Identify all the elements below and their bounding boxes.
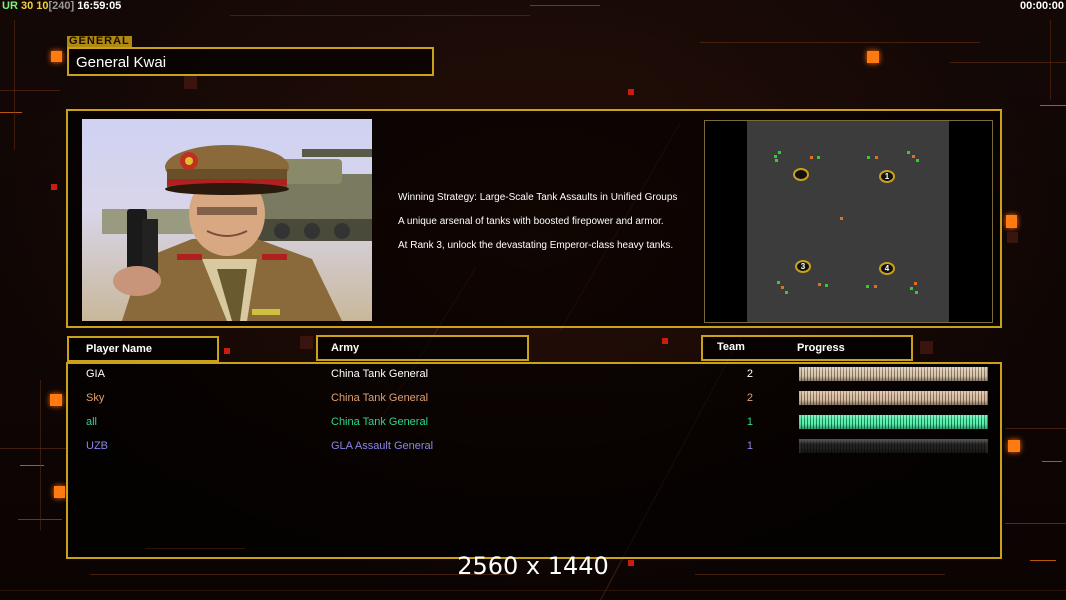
loading-progress-bar	[799, 391, 988, 405]
player-team: 2	[746, 368, 753, 380]
player-army: GLA Assault General	[331, 440, 434, 452]
loading-progress-bar	[799, 367, 988, 381]
minimap-field: 1 3 4	[747, 121, 949, 322]
player-name-header-label: Player Name	[86, 343, 153, 355]
minimap[interactable]: 1 3 4	[704, 120, 993, 323]
description-line: At Rank 3, unlock the devastating Empero…	[398, 240, 674, 251]
description-line: A unique arsenal of tanks with boosted f…	[398, 216, 664, 227]
player-team: 1	[746, 416, 753, 428]
loading-progress-bar	[799, 439, 988, 453]
progress-fill	[799, 415, 988, 429]
player-name: Sky	[86, 392, 105, 404]
player-name: all	[86, 416, 98, 428]
player-army: China Tank General	[331, 392, 429, 404]
player-name-header[interactable]: Player Name	[67, 336, 219, 362]
start-position-marker[interactable]: 3	[795, 260, 811, 273]
general-name-box: General Kwai	[67, 47, 434, 76]
progress-fill	[799, 439, 988, 453]
general-portrait	[82, 119, 372, 321]
start-position-marker[interactable]: 1	[879, 170, 895, 183]
description-line: Winning Strategy: Large-Scale Tank Assau…	[398, 192, 678, 203]
progress-header-label: Progress	[797, 342, 845, 354]
general-portrait-image	[102, 145, 372, 321]
progress-fill	[799, 391, 988, 405]
player-row[interactable]: UZB GLA Assault General 1	[68, 436, 1000, 458]
resolution-label: 2560 x 1440	[457, 552, 609, 580]
player-name: GIA	[86, 368, 105, 380]
hud-ur-label: UR	[2, 0, 18, 12]
player-row[interactable]: GIA China Tank General 2	[68, 364, 1000, 386]
player-army: China Tank General	[331, 416, 429, 428]
start-position-marker[interactable]	[793, 168, 809, 181]
start-position-marker[interactable]: 4	[879, 262, 895, 275]
general-description: Winning Strategy: Large-Scale Tank Assau…	[398, 192, 677, 264]
player-list: GIA China Tank General 2 Sky China Tank …	[66, 362, 1002, 559]
player-team: 1	[746, 440, 753, 452]
progress-fill	[799, 367, 988, 381]
loading-progress-bar	[799, 415, 988, 429]
hud-value: 10	[36, 0, 49, 12]
hud-fps: 30	[20, 0, 34, 12]
top-hud: UR 30 10[240] 16:59:05 00:00:00	[0, 0, 1066, 14]
hud-timer: 00:00:00	[1019, 0, 1064, 12]
player-row[interactable]: Sky China Tank General 2	[68, 388, 1000, 410]
player-team: 2	[746, 392, 753, 404]
general-info-panel: Winning Strategy: Large-Scale Tank Assau…	[66, 109, 1002, 328]
player-row[interactable]: all China Tank General 1	[68, 412, 1000, 434]
hud-bracket-value: [240]	[48, 0, 75, 12]
army-header[interactable]: Army	[316, 335, 529, 361]
general-name: General Kwai	[76, 54, 167, 71]
hud-clock: 16:59:05	[77, 0, 122, 12]
team-progress-header[interactable]: Team Progress	[701, 335, 913, 361]
army-header-label: Army	[331, 342, 360, 354]
general-tag: GENERAL	[67, 35, 132, 47]
team-header-label: Team	[717, 341, 745, 353]
hud-stats: UR 30 10[240] 16:59:05	[2, 0, 121, 12]
player-army: China Tank General	[331, 368, 429, 380]
player-name: UZB	[86, 440, 108, 452]
